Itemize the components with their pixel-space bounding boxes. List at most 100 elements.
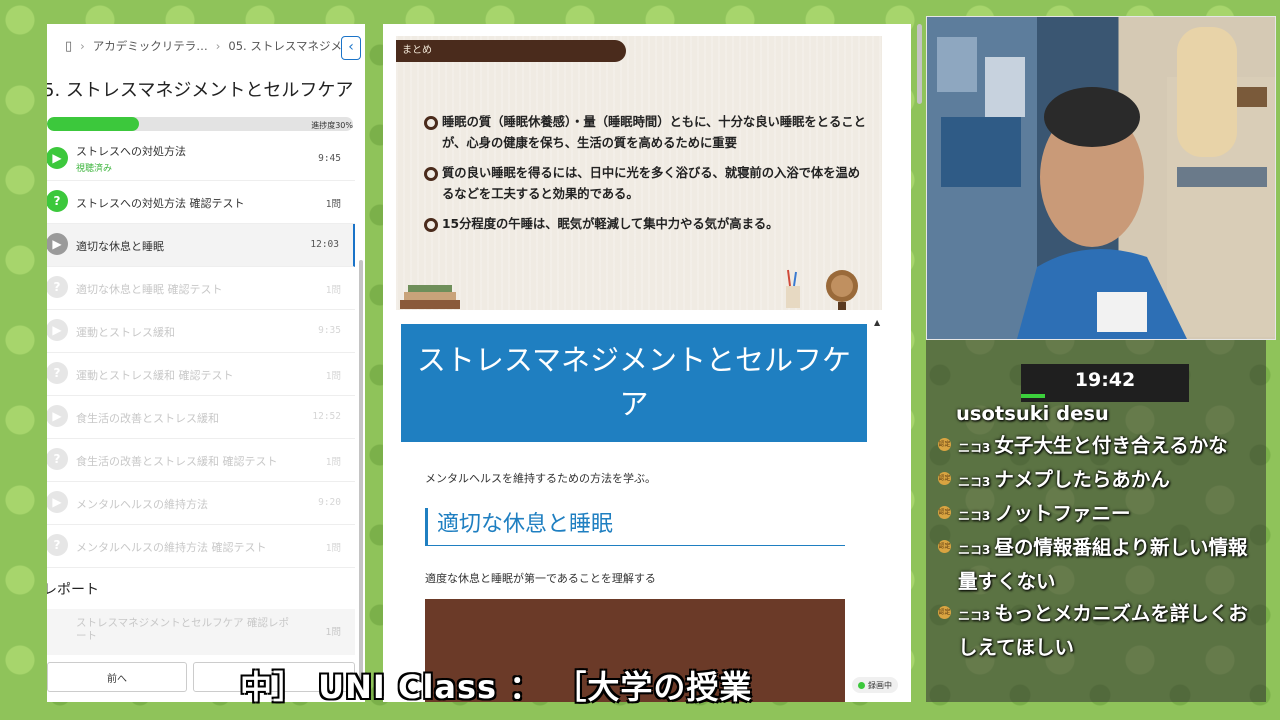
question-icon: ? (47, 448, 68, 470)
books-icon (400, 285, 460, 309)
viewer-scrollbar[interactable] (917, 24, 922, 104)
report-heading: レポート (47, 582, 99, 598)
lesson-name: 食生活の改善とストレス緩和 確認テスト (76, 455, 278, 468)
lesson-duration: 1問 (325, 543, 341, 554)
play-icon: ▶ (47, 319, 68, 341)
badge-icon: 認定 (938, 540, 951, 553)
comment: 認定 ニコ3 昼の情報番組より新しい情報量すくない (936, 532, 1256, 598)
play-icon: ▶ (47, 233, 68, 255)
lesson-name: ストレスへの対処方法 確認テスト (76, 197, 245, 210)
breadcrumb-unit[interactable]: 05. ストレスマネジメン (228, 38, 353, 54)
report-count: 1問 (325, 627, 341, 638)
lesson-name: 食生活の改善とストレス緩和 (76, 412, 219, 425)
stream-timer: 19:42 (1074, 369, 1136, 391)
recording-badge: 録画中 (852, 677, 898, 693)
chevron-right-icon: › (215, 39, 221, 53)
lesson-duration: 12:52 (312, 411, 341, 422)
stream-caption: 中］ UNI Class ： ［大学の授業 (240, 668, 753, 706)
comment-text: もっとメカニズムを詳しくおしえてほしい (958, 602, 1248, 659)
course-title: 5. ストレスマネジメントとセルフケア (47, 80, 354, 101)
webcam-feed (926, 16, 1276, 340)
report-item[interactable]: ストレスマネジメントとセルフケア 確認レポート 1問 (47, 609, 355, 655)
summary-point: 15分程度の午睡は、眠気が軽減して集中力やる気が高まる。 (424, 214, 868, 235)
comment-text: 昼の情報番組より新しい情報量すくない (958, 536, 1248, 593)
progress-label: 進捗度30% (311, 121, 353, 130)
lesson-list: ▶ ストレスへの対処方法 視聴済み 9:45 ? ストレスへの対処方法 確認テス… (47, 138, 355, 568)
comment-text: 女子大生と付き合えるかな (994, 434, 1228, 457)
lesson-name: 運動とストレス緩和 確認テスト (76, 369, 234, 382)
content-viewer: まとめ 睡眠の質（睡眠休養感）・量（睡眠時間）ともに、十分な良い睡眠をとることが… (383, 24, 911, 702)
lesson-duration: 9:20 (318, 497, 341, 508)
lesson-name: 適切な休息と睡眠 確認テスト (76, 283, 223, 296)
section-goal: 適度な休息と睡眠が第一であることを理解する (425, 572, 656, 585)
slide-summary: 睡眠の質（睡眠休養感）・量（睡眠時間）ともに、十分な良い睡眠をとることが、心身の… (424, 112, 868, 245)
comment-source: ニコ3 (958, 475, 991, 489)
comment-source: ニコ3 (958, 509, 991, 523)
badge-icon: 認定 (938, 438, 951, 451)
sidebar-scrollbar[interactable] (359, 260, 363, 680)
comment-overlay: 19:42 usotsuki desu 認定 ニコ3 女子大生と付き合えるかな 認… (926, 340, 1266, 702)
comment-list: usotsuki desu 認定 ニコ3 女子大生と付き合えるかな 認定 ニコ3 ナ… (936, 398, 1256, 664)
summary-point: 質の良い睡眠を得るには、日中に光を多く浴びる、就寝前の入浴で体を温めるなどを工夫… (424, 163, 868, 204)
status-dot-icon (858, 681, 865, 689)
progress-bar (47, 117, 353, 131)
question-icon: ? (47, 534, 68, 556)
play-icon: ▶ (47, 491, 68, 513)
collapse-sidebar-button[interactable]: ‹ (341, 36, 361, 60)
badge-icon: 認定 (938, 606, 951, 619)
recording-label: 録画中 (868, 680, 892, 690)
lesson-item[interactable]: ▶ メンタルヘルスの維持方法 9:20 (47, 482, 355, 525)
slide-tag: まとめ (396, 40, 626, 62)
lesson-duration: 12:03 (310, 239, 339, 250)
lesson-item[interactable]: ? ストレスへの対処方法 確認テスト 1問 (47, 181, 355, 224)
streamer-image (927, 17, 1275, 339)
comment: usotsuki desu (936, 398, 1256, 430)
lesson-item[interactable]: ▶ 食生活の改善とストレス緩和 12:52 (47, 396, 355, 439)
lesson-duration: 1問 (325, 371, 341, 382)
comment-text: usotsuki desu (956, 402, 1109, 425)
book-icon[interactable]: ▯ (65, 39, 72, 54)
comment: 認定 ニコ3 もっとメカニズムを詳しくおしえてほしい (936, 598, 1256, 664)
comment: 認定 ニコ3 女子大生と付き合えるかな (936, 430, 1256, 464)
summary-point: 睡眠の質（睡眠休養感）・量（睡眠時間）ともに、十分な良い睡眠をとることが、心身の… (424, 112, 868, 153)
comment-source: ニコ3 (958, 609, 991, 623)
lesson-item[interactable]: ? メンタルヘルスの維持方法 確認テスト 1問 (47, 525, 355, 568)
lesson-item[interactable]: ? 適切な休息と睡眠 確認テスト 1問 (47, 267, 355, 310)
course-sidebar: ▯ › アカデミックリテラ… › 05. ストレスマネジメン ‹ 5. ストレス… (47, 24, 365, 702)
lesson-item[interactable]: ▶ 運動とストレス緩和 9:35 (47, 310, 355, 353)
comment-text: ナメプしたらあかん (994, 468, 1170, 491)
lesson-name: ストレスへの対処方法 (76, 145, 186, 158)
lesson-item[interactable]: ? 運動とストレス緩和 確認テスト 1問 (47, 353, 355, 396)
lesson-name: メンタルヘルスの維持方法 確認テスト (76, 541, 267, 554)
lesson-status: 視聴済み (76, 164, 113, 174)
question-icon: ? (47, 276, 68, 298)
play-icon: ▶ (47, 147, 68, 169)
lesson-name: 適切な休息と睡眠 (76, 240, 164, 253)
globe-icon (786, 269, 858, 310)
scroll-up-icon[interactable]: ▲ (874, 318, 880, 327)
comment-source: ニコ3 (958, 441, 991, 455)
lecture-slide: まとめ 睡眠の質（睡眠休養感）・量（睡眠時間）ともに、十分な良い睡眠をとることが… (396, 36, 882, 310)
question-icon: ? (47, 190, 68, 212)
breadcrumb: ▯ › アカデミックリテラ… › 05. ストレスマネジメン (47, 24, 365, 68)
prev-button[interactable]: 前へ (47, 662, 187, 692)
lesson-name: 運動とストレス緩和 (76, 326, 175, 339)
badge-icon: 認定 (938, 506, 951, 519)
lesson-duration: 1問 (325, 457, 341, 468)
play-icon: ▶ (47, 405, 68, 427)
lesson-duration: 1問 (325, 199, 341, 210)
timer-box: 19:42 (1021, 364, 1189, 402)
badge-icon: 認定 (938, 472, 951, 485)
comment-text: ノットファニー (994, 502, 1131, 525)
lesson-intro: メンタルヘルスを維持するための方法を学ぶ。 (425, 472, 656, 485)
lesson-banner: ストレスマネジメントとセルフケア (401, 324, 867, 442)
lesson-item[interactable]: ▶ ストレスへの対処方法 視聴済み 9:45 (47, 138, 355, 181)
lesson-item-current[interactable]: ▶ 適切な休息と睡眠 12:03 (47, 224, 355, 267)
comment: 認定 ニコ3 ノットファニー (936, 498, 1256, 532)
breadcrumb-course[interactable]: アカデミックリテラ… (93, 38, 208, 54)
comment: 認定 ニコ3 ナメプしたらあかん (936, 464, 1256, 498)
lesson-item[interactable]: ? 食生活の改善とストレス緩和 確認テスト 1問 (47, 439, 355, 482)
chevron-right-icon: › (80, 39, 85, 53)
progress-fill (47, 117, 139, 131)
lesson-duration: 1問 (325, 285, 341, 296)
